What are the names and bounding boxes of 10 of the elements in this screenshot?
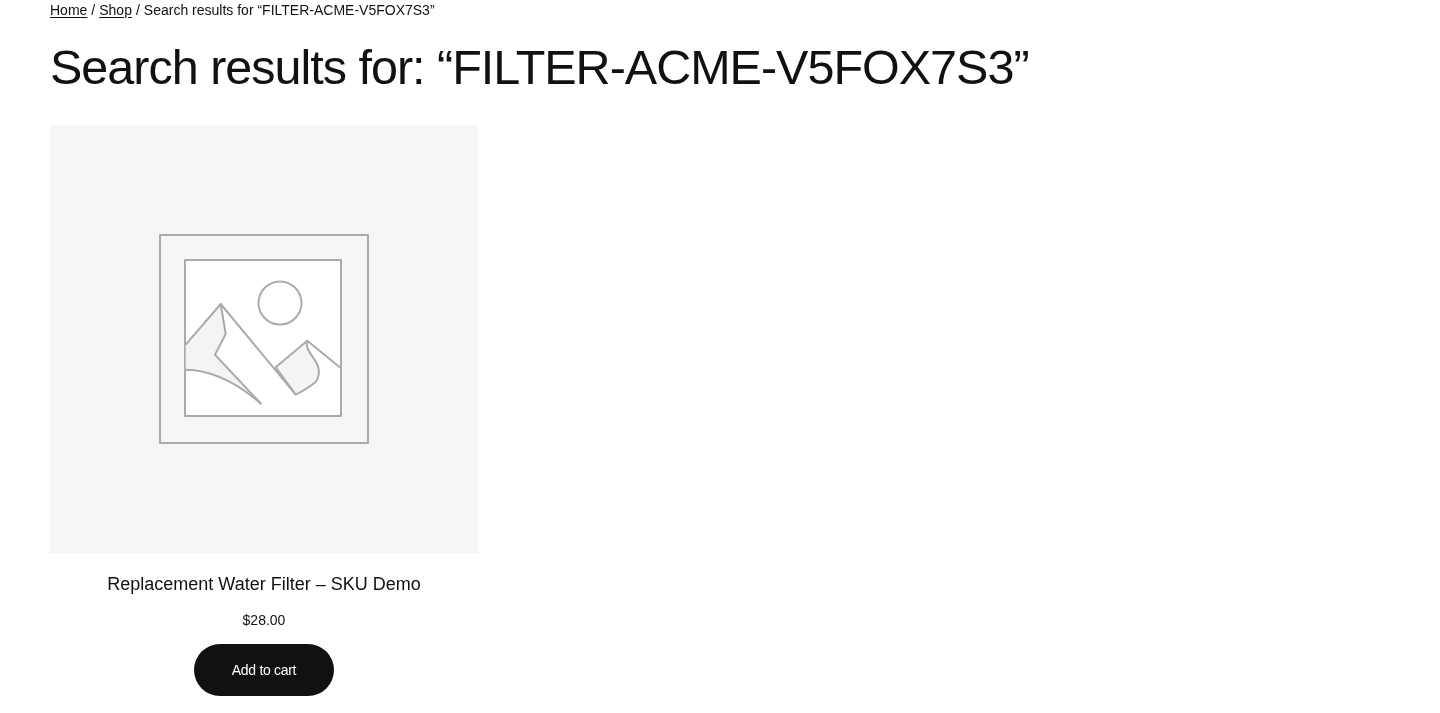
image-placeholder-icon — [159, 234, 369, 444]
page-title: Search results for: “FILTER-ACME-V5FOX7S3” — [50, 39, 1029, 96]
add-to-cart-button[interactable]: Add to cart — [194, 644, 334, 696]
breadcrumb-link[interactable]: Home — [50, 0, 88, 20]
product-title[interactable]: Replacement Water Filter – SKU Demo — [107, 572, 421, 596]
breadcrumb-current: Search results for “FILTER-ACME-V5FOX7S3” — [143, 1, 435, 20]
breadcrumb-separator: / — [91, 1, 96, 20]
product-price: $28.00 — [242, 611, 286, 630]
breadcrumb-separator: / — [135, 1, 140, 20]
breadcrumb-link[interactable]: Shop — [99, 0, 132, 20]
